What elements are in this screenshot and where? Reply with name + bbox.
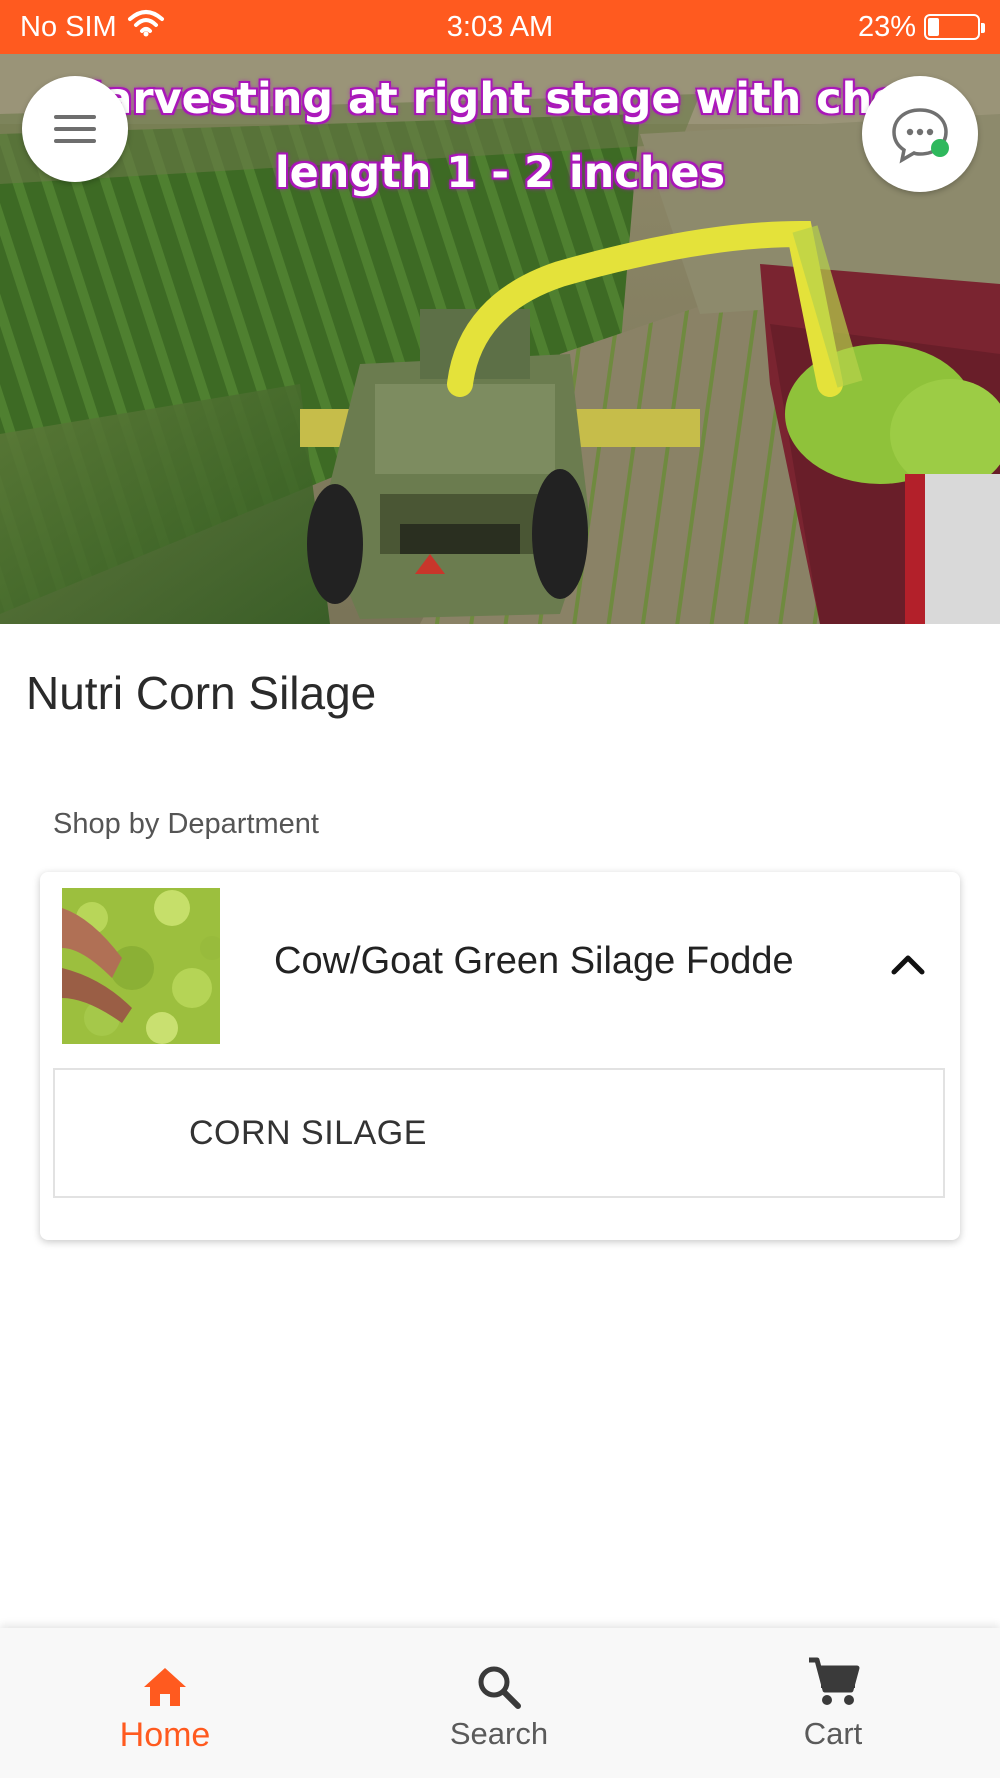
chat-button[interactable] [862,76,978,192]
battery-icon [924,14,985,40]
list-item-label: CORN SILAGE [189,1114,427,1152]
list-item-corn-silage[interactable]: CORN SILAGE [53,1068,945,1198]
hero-banner: Harvesting at right stage with chop leng… [0,54,1000,624]
search-icon [475,1662,523,1712]
cart-icon [805,1652,861,1712]
chat-icon [892,108,949,164]
tab-home-label: Home [119,1716,211,1754]
hero-caption-line2: length 1 - 2 inches [274,148,726,198]
tab-cart-label: Cart [803,1716,863,1751]
page-title: Nutri Corn Silage [26,667,377,719]
section-label: Shop by Department [53,808,319,840]
menu-icon [54,107,96,151]
menu-button[interactable] [22,76,128,182]
hero-caption-line1: Harvesting at right stage with chop [67,74,933,124]
carrier-text: No SIM [20,10,117,43]
tab-home[interactable]: Home [55,1628,275,1778]
department-card: Cow/Goat Green Silage Fodde CORN SILAGE [40,872,960,1240]
department-header[interactable]: Cow/Goat Green Silage Fodde [40,872,960,1068]
tab-search[interactable]: Search [389,1628,609,1778]
battery-percent: 23% [857,10,916,43]
department-thumbnail [62,888,220,1044]
battery-fill [928,18,939,36]
status-left: No SIM [20,9,165,45]
wifi-icon [127,9,165,45]
status-bar: No SIM 3:03 AM 23% [0,0,1000,54]
bottom-tab-bar: Home Search Cart [0,1628,1000,1778]
status-right: 23% [857,10,985,44]
hero-caption: Harvesting at right stage with chop leng… [0,62,1000,210]
home-icon [141,1662,189,1712]
chevron-up-icon[interactable] [880,936,936,992]
tab-search-label: Search [449,1716,549,1751]
department-name: Cow/Goat Green Silage Fodde [274,940,794,982]
chat-status-dot [931,139,949,157]
tab-cart[interactable]: Cart [723,1628,943,1778]
